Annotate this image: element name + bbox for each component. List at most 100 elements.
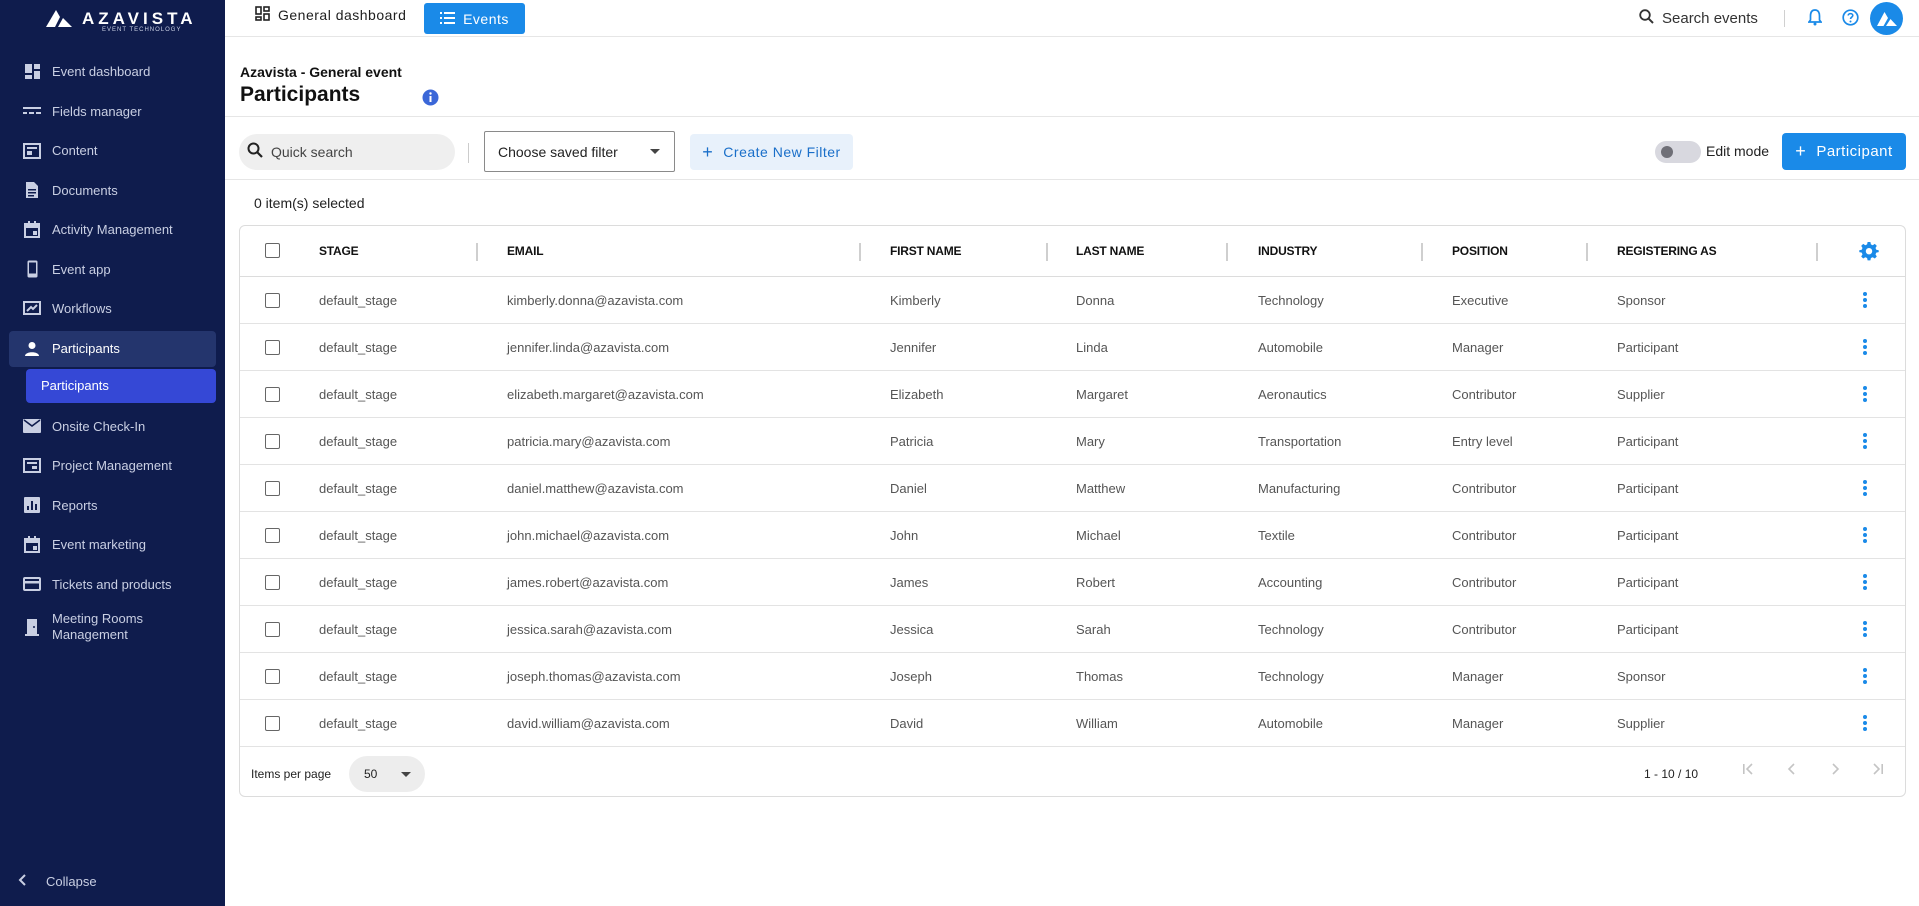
brand-logo[interactable]: AZAVISTA EVENT TECHNOLOGY <box>44 8 192 33</box>
select-all-checkbox[interactable] <box>265 243 280 258</box>
saved-filter-select[interactable]: Choose saved filter <box>484 131 675 172</box>
sidebar-item-reports[interactable]: Reports <box>0 486 225 526</box>
sidebar-item-event-dashboard[interactable]: Event dashboard <box>0 52 225 92</box>
events-button[interactable]: Events <box>424 3 525 34</box>
sidebar-item-label: Content <box>52 143 98 159</box>
column-resize-handle[interactable] <box>476 243 478 261</box>
cell-email: david.william@azavista.com <box>507 716 670 731</box>
sidebar-item-project-management[interactable]: Project Management <box>0 446 225 486</box>
quick-search[interactable] <box>239 134 455 170</box>
sidebar-item-content[interactable]: Content <box>0 131 225 171</box>
column-resize-handle[interactable] <box>1226 243 1228 261</box>
notifications-icon[interactable] <box>1807 9 1823 31</box>
sidebar-item-participants[interactable]: Participants <box>9 330 216 367</box>
sidebar-item-onsite-check-in[interactable]: Onsite Check-In <box>0 407 225 447</box>
column-resize-handle[interactable] <box>1046 243 1048 261</box>
next-page-icon[interactable] <box>1828 762 1842 781</box>
more-vert-icon[interactable] <box>1862 479 1868 502</box>
row-checkbox[interactable] <box>265 293 280 308</box>
items-per-page-value: 50 <box>364 767 378 781</box>
row-checkbox[interactable] <box>265 716 280 731</box>
sidebar-item-meeting-rooms-management[interactable]: Meeting Rooms Management <box>0 604 225 650</box>
items-per-page-select[interactable]: 50 <box>349 756 425 792</box>
sidebar-item-fields-manager[interactable]: Fields manager <box>0 92 225 132</box>
more-vert-icon[interactable] <box>1862 573 1868 596</box>
sidebar-item-workflows[interactable]: Workflows <box>0 289 225 329</box>
sidebar-item-activity-management[interactable]: Activity Management <box>0 210 225 250</box>
column-header-first-name[interactable]: FIRST NAME <box>890 244 962 258</box>
sidebar-item-label: Documents <box>52 182 118 198</box>
more-vert-icon[interactable] <box>1862 291 1868 314</box>
more-vert-icon[interactable] <box>1862 714 1868 737</box>
search-events-button[interactable]: Search events <box>1639 9 1758 28</box>
row-checkbox[interactable] <box>265 575 280 590</box>
column-resize-handle[interactable] <box>1586 243 1588 261</box>
last-page-icon[interactable] <box>1871 762 1885 781</box>
first-page-icon[interactable] <box>1741 762 1755 781</box>
table-row[interactable]: default_stage john.michael@azavista.com Jo… <box>240 512 1905 559</box>
plus-icon: + <box>1795 141 1807 161</box>
edit-mode-toggle[interactable] <box>1655 138 1701 166</box>
phone-icon <box>23 260 41 278</box>
column-header-email[interactable]: EMAIL <box>507 244 544 258</box>
sidebar-item-tickets-and-products[interactable]: Tickets and products <box>0 565 225 605</box>
cell-email: john.michael@azavista.com <box>507 528 670 543</box>
column-resize-handle[interactable] <box>859 243 861 261</box>
search-icon <box>247 142 263 163</box>
gear-icon[interactable] <box>1859 241 1879 266</box>
cell-industry: Technology <box>1258 669 1324 684</box>
more-vert-icon[interactable] <box>1862 338 1868 361</box>
add-participant-button[interactable]: + Participant <box>1782 133 1906 170</box>
column-resize-handle[interactable] <box>1816 243 1818 261</box>
table-row[interactable]: default_stage jessica.sarah@azavista.com J… <box>240 606 1905 653</box>
sidebar-item-event-app[interactable]: Event app <box>0 250 225 290</box>
cell-last-name: Thomas <box>1076 669 1123 684</box>
sidebar-item-documents[interactable]: Documents <box>0 171 225 211</box>
cell-first-name: Patricia <box>890 434 934 449</box>
help-icon[interactable] <box>1842 9 1859 31</box>
create-new-filter-button[interactable]: + Create New Filter <box>690 134 853 170</box>
row-checkbox[interactable] <box>265 387 280 402</box>
more-vert-icon[interactable] <box>1862 432 1868 455</box>
column-header-position[interactable]: POSITION <box>1452 244 1508 258</box>
quick-search-input[interactable] <box>271 144 431 160</box>
table-row[interactable]: default_stage james.robert@azavista.com Ja… <box>240 559 1905 606</box>
column-header-stage[interactable]: STAGE <box>319 244 359 258</box>
events-label: Events <box>463 10 509 27</box>
column-resize-handle[interactable] <box>1421 243 1423 261</box>
row-checkbox[interactable] <box>265 622 280 637</box>
fields-icon <box>23 102 41 120</box>
table-row[interactable]: default_stage elizabeth.margaret@azavista… <box>240 371 1905 418</box>
sidebar-subitem-participants[interactable]: Participants <box>26 368 216 403</box>
more-vert-icon[interactable] <box>1862 526 1868 549</box>
column-header-registering-as[interactable]: REGISTERING AS <box>1617 244 1717 258</box>
table-row[interactable]: default_stage jennifer.linda@azavista.com… <box>240 324 1905 371</box>
avatar[interactable] <box>1870 2 1903 35</box>
row-checkbox[interactable] <box>265 340 280 355</box>
cell-last-name: Sarah <box>1076 622 1111 637</box>
general-dashboard-button[interactable]: General dashboard <box>255 6 406 24</box>
table-row[interactable]: default_stage joseph.thomas@azavista.com J… <box>240 653 1905 700</box>
info-icon[interactable] <box>422 89 439 111</box>
row-checkbox[interactable] <box>265 434 280 449</box>
table-row[interactable]: default_stage kimberly.donna@azavista.com… <box>240 277 1905 324</box>
collapse-button[interactable]: Collapse <box>18 874 97 889</box>
more-vert-icon[interactable] <box>1862 385 1868 408</box>
more-vert-icon[interactable] <box>1862 667 1868 690</box>
add-participant-label: Participant <box>1816 143 1893 160</box>
top-bar: General dashboard Events Search events <box>225 0 1919 36</box>
previous-page-icon[interactable] <box>1785 762 1799 781</box>
column-header-industry[interactable]: INDUSTRY <box>1258 244 1317 258</box>
column-header-last-name[interactable]: LAST NAME <box>1076 244 1144 258</box>
list-icon <box>440 11 456 27</box>
row-checkbox[interactable] <box>265 669 280 684</box>
table-row[interactable]: default_stage david.william@azavista.com D… <box>240 700 1905 747</box>
more-vert-icon[interactable] <box>1862 620 1868 643</box>
sidebar-item-event-marketing[interactable]: Event marketing <box>0 525 225 565</box>
table-row[interactable]: default_stage patricia.mary@azavista.com P… <box>240 418 1905 465</box>
row-checkbox[interactable] <box>265 528 280 543</box>
row-checkbox[interactable] <box>265 481 280 496</box>
plus-icon: + <box>702 141 714 162</box>
sidebar-item-label: Reports <box>52 497 98 513</box>
table-row[interactable]: default_stage daniel.matthew@azavista.com… <box>240 465 1905 512</box>
